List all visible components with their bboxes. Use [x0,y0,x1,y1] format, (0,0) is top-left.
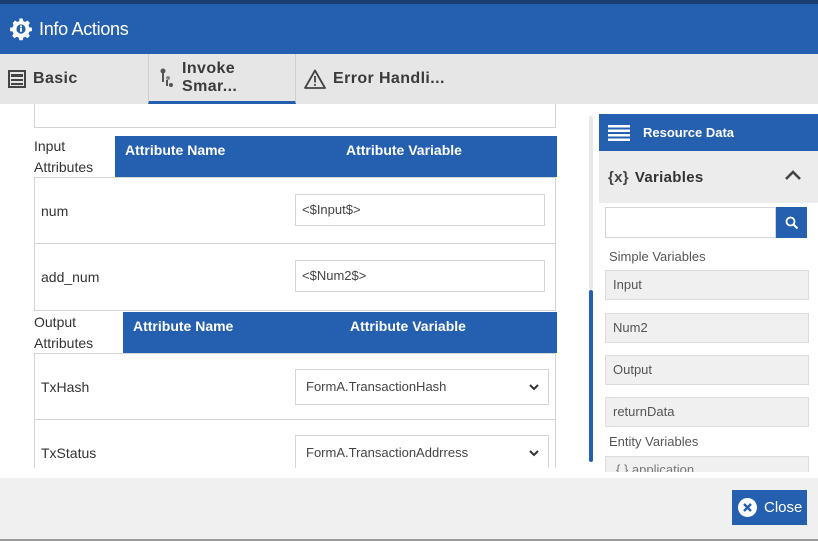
resource-data-panel: Resource Data {x} Variables Simple Varia… [599,114,818,472]
column-attribute-name: Attribute Name [133,318,234,334]
variable-search-input[interactable] [605,207,776,238]
variable-item[interactable]: Num2 [605,313,809,343]
attribute-name: num [41,203,69,219]
attribute-name: TxHash [41,379,90,395]
chevron-down-icon [528,381,540,393]
network-icon [159,68,175,88]
search-icon [785,216,798,229]
warning-icon [304,69,326,89]
scrollbar-thumb[interactable] [589,290,593,462]
variable-search [605,207,807,238]
close-circle-icon [738,498,757,517]
tab-label: Error Handli... [333,70,445,87]
resource-data-header: Resource Data [599,114,818,151]
variables-icon: {x} [608,168,629,186]
variable-item[interactable]: returnData [605,397,809,427]
gear-icon [9,17,33,41]
menu-icon[interactable] [599,124,639,142]
attributes-pane[interactable]: Input Attributes Attribute Name Attribut… [0,104,580,468]
input-attributes-label: Input Attributes [34,138,94,175]
output-attributes-label: Output Attributes [34,314,94,351]
attribute-variable-input[interactable]: <$Input$> [295,194,545,226]
tab-label: Invoke Smar... [182,59,238,95]
column-attribute-name: Attribute Name [125,142,226,158]
output-attributes-header: Attribute Name Attribute Variable [123,312,557,353]
chevron-down-icon [528,447,540,459]
attribute-variable-select[interactable]: FormA.TransactionAddrress [295,435,549,468]
attribute-name: TxStatus [41,445,97,461]
entity-variables-label: Entity Variables [609,434,699,449]
tab-error-handling[interactable]: Error Handli... [296,54,466,104]
dialog-content: Input Attributes Attribute Name Attribut… [0,104,818,478]
form-icon [8,70,26,88]
tab-basic[interactable]: Basic [0,54,148,104]
chevron-up-icon[interactable] [784,169,802,181]
entity-variable-item[interactable]: { } application [605,456,809,472]
dialog-title-bar: Info Actions [0,0,818,54]
simple-variables-label: Simple Variables [609,249,706,264]
dialog-title: Info Actions [39,18,129,39]
attribute-name: add_num [41,269,100,285]
tab-label: Basic [33,70,78,87]
tab-invoke-smart-contract[interactable]: Invoke Smar... [148,54,296,104]
variables-accordion-header[interactable]: {x} Variables [599,151,818,203]
table-row: add_num <$Num2$> [34,244,556,311]
attribute-variable-select[interactable]: FormA.TransactionHash [295,369,549,405]
dialog-footer: Close [0,478,818,541]
table-row: TxStatus FormA.TransactionAddrress [34,420,556,468]
tab-bar: Basic Invoke Smar... Error Handli... [0,54,818,104]
variables-title: Variables [634,168,704,186]
column-attribute-variable: Attribute Variable [350,318,466,334]
previous-field-box [34,104,556,128]
variable-item[interactable]: Output [605,355,809,385]
table-row: num <$Input$> [34,177,556,244]
column-attribute-variable: Attribute Variable [346,142,462,158]
close-button[interactable]: Close [732,490,807,525]
attribute-variable-input[interactable]: <$Num2$> [295,260,545,292]
close-label: Close [764,499,803,516]
variable-item[interactable]: Input [605,270,809,300]
resource-data-title: Resource Data [643,125,735,140]
scrollbar-track[interactable] [589,116,593,290]
input-attributes-header: Attribute Name Attribute Variable [115,136,557,177]
search-button[interactable] [776,207,807,238]
table-row: TxHash FormA.TransactionHash [34,353,556,420]
